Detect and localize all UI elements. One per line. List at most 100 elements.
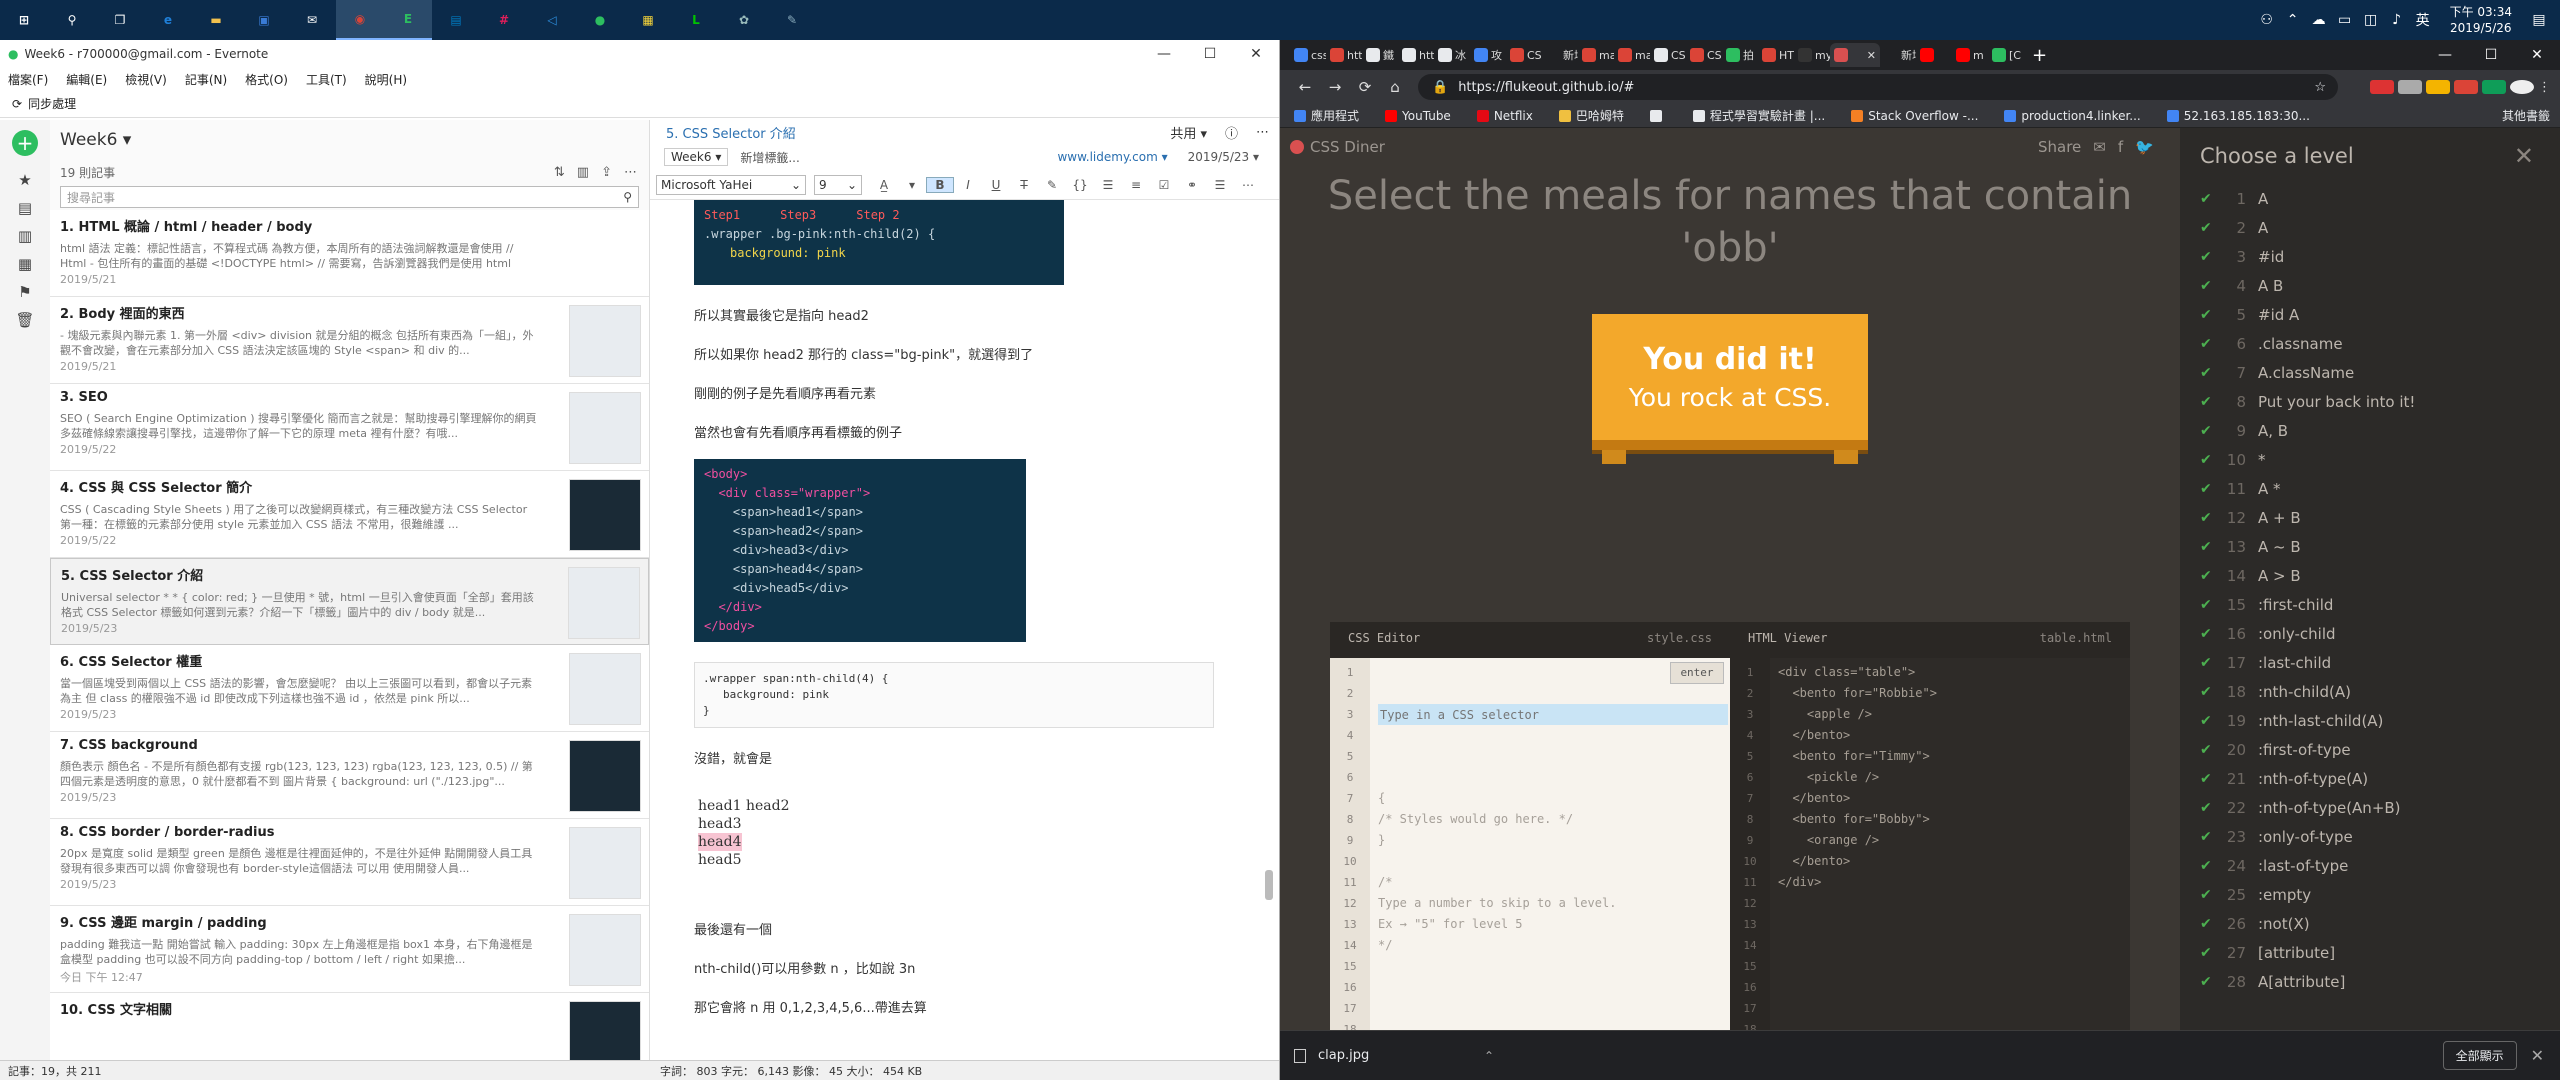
- store-taskbar-button[interactable]: ▣: [240, 0, 288, 40]
- level-item[interactable]: ✔ 22:nth-of-type(An+B): [2180, 793, 2560, 822]
- bookmark-item[interactable]: Netflix: [1476, 107, 1533, 124]
- menu-file[interactable]: 檔案(F): [8, 71, 48, 88]
- people-icon[interactable]: ⚇: [2254, 12, 2280, 28]
- show-all-button[interactable]: 全部顯示: [2442, 1041, 2517, 1070]
- level-item[interactable]: ✔ 3 #id: [2180, 242, 2560, 271]
- numbered-list-icon[interactable]: ≡: [1122, 178, 1150, 192]
- trash-icon[interactable]: 🗑: [12, 306, 38, 334]
- note-list-item[interactable]: 8. CSS border / border-radius 20px 是寬度 so…: [50, 819, 649, 906]
- code-block-icon[interactable]: {}: [1066, 178, 1094, 192]
- notebook-chip[interactable]: Week6 ▾: [664, 148, 729, 166]
- level-item[interactable]: ✔ 6 .classname: [2180, 329, 2560, 358]
- slack-taskbar-button[interactable]: #: [480, 0, 528, 40]
- level-item[interactable]: ✔ 12 A + B: [2180, 503, 2560, 532]
- level-item[interactable]: ✔ 26:not(X): [2180, 909, 2560, 938]
- facebook-icon[interactable]: f: [2118, 138, 2123, 156]
- share-button[interactable]: 共用 ▾: [1170, 123, 1207, 142]
- minimize-icon[interactable]: —: [1141, 46, 1187, 62]
- menu-help[interactable]: 說明(H): [365, 71, 407, 88]
- share-notebook-icon[interactable]: ⇪: [601, 165, 612, 180]
- link-icon[interactable]: ⚭: [1178, 178, 1206, 192]
- checkbox-icon[interactable]: ☑: [1150, 178, 1178, 192]
- note-list-item[interactable]: 9. CSS 邊距 margin / padding padding 難我這一點 …: [50, 906, 649, 993]
- new-tab-icon[interactable]: +: [2032, 45, 2047, 66]
- tag-input[interactable]: 新增標籤...: [740, 149, 799, 166]
- twitter-icon[interactable]: 🐦: [2135, 138, 2154, 156]
- note-search-input[interactable]: 搜尋記事 ⚲: [60, 186, 639, 208]
- level-item[interactable]: ✔ 13 A ~ B: [2180, 532, 2560, 561]
- browser-tab[interactable]: 拍: [1722, 43, 1758, 67]
- level-item[interactable]: ✔ 14 A > B: [2180, 561, 2560, 590]
- editor-scrollbar[interactable]: [1265, 870, 1273, 900]
- browser-tab[interactable]: 新增分: [1880, 43, 1916, 67]
- chevron-up-icon[interactable]: ⌃: [2280, 12, 2306, 28]
- bookmark-item[interactable]: 程式學習實驗計畫 |...: [1692, 107, 1825, 124]
- level-item[interactable]: ✔ 11 A *: [2180, 474, 2560, 503]
- note-list-item[interactable]: 5. CSS Selector 介紹 Universal selector * *…: [50, 558, 649, 645]
- level-item[interactable]: ✔ 9 A, B: [2180, 416, 2560, 445]
- note-date[interactable]: 2019/5/23 ▾: [1188, 150, 1259, 164]
- minimize-icon[interactable]: —: [2422, 47, 2468, 63]
- browser-tab[interactable]: HT: [1758, 43, 1794, 67]
- level-item[interactable]: ✔ 18:nth-child(A): [2180, 677, 2560, 706]
- more-format-icon[interactable]: ⋯: [1234, 178, 1262, 192]
- bookmark-item[interactable]: 巴哈姆特: [1558, 107, 1624, 124]
- extension-icon[interactable]: [2454, 80, 2478, 94]
- level-item[interactable]: ✔ 21:nth-of-type(A): [2180, 764, 2560, 793]
- sticky-notes-taskbar-button[interactable]: ▦: [624, 0, 672, 40]
- level-item[interactable]: ✔ 7 A.className: [2180, 358, 2560, 387]
- volume-icon[interactable]: ♪: [2384, 12, 2410, 28]
- extension-icon[interactable]: [2370, 80, 2394, 94]
- forward-icon[interactable]: →: [1320, 78, 1350, 96]
- maximize-icon[interactable]: ☐: [2468, 47, 2514, 63]
- bookmark-item[interactable]: [1649, 107, 1667, 124]
- tab-close-icon[interactable]: ✕: [1867, 49, 1876, 62]
- italic-icon[interactable]: I: [954, 178, 982, 192]
- email-icon[interactable]: ✉: [2093, 138, 2106, 156]
- notification-icon[interactable]: ▤: [2526, 12, 2552, 28]
- menu-tools[interactable]: 工具(T): [306, 71, 347, 88]
- download-item[interactable]: clap.jpg ⌃: [1294, 1039, 1494, 1073]
- bold-icon[interactable]: B: [926, 176, 954, 193]
- home-icon[interactable]: ⌂: [1380, 78, 1410, 96]
- extension-icon[interactable]: [2426, 80, 2450, 94]
- level-item[interactable]: ✔ 2 A: [2180, 213, 2560, 242]
- task-view-taskbar-button[interactable]: ❐: [96, 0, 144, 40]
- level-item[interactable]: ✔ 28 A[attribute]: [2180, 967, 2560, 996]
- browser-tab[interactable]: htt: [1326, 43, 1362, 67]
- note-list-item[interactable]: 7. CSS background 顏色表示 顏色名 - 不是所有顏色都有支援 r…: [50, 732, 649, 819]
- note-list-item[interactable]: 6. CSS Selector 權重 當一個區塊受到兩個以上 CSS 語法的影響，…: [50, 645, 649, 732]
- other-bookmarks[interactable]: 其他書籤: [2502, 107, 2560, 124]
- level-item[interactable]: ✔ 5 #id A: [2180, 300, 2560, 329]
- bookmark-item[interactable]: production4.linker...: [2004, 107, 2141, 124]
- enter-button[interactable]: enter: [1670, 662, 1724, 684]
- browser-tab[interactable]: 冰: [1434, 43, 1470, 67]
- ime-icon[interactable]: 英: [2410, 10, 2436, 30]
- trello-taskbar-button[interactable]: ▤: [432, 0, 480, 40]
- level-item[interactable]: ✔ 16:only-child: [2180, 619, 2560, 648]
- cloud-icon[interactable]: ☁: [2306, 12, 2332, 28]
- close-icon[interactable]: ✕: [1233, 46, 1279, 62]
- bookmark-item[interactable]: YouTube: [1385, 107, 1451, 124]
- selector-input[interactable]: [1378, 704, 1728, 725]
- browser-tab[interactable]: my: [1794, 43, 1830, 67]
- level-item[interactable]: ✔ 4 A B: [2180, 271, 2560, 300]
- strikethrough-icon[interactable]: T: [1010, 178, 1038, 192]
- browser-tab[interactable]: CS: [1686, 43, 1722, 67]
- note-list-item[interactable]: 1. HTML 概論 / html / header / body html 語法…: [50, 210, 649, 297]
- sort-icon[interactable]: ⇅: [554, 165, 565, 180]
- level-item[interactable]: ✔ 17:last-child: [2180, 648, 2560, 677]
- line-taskbar-button[interactable]: L: [672, 0, 720, 40]
- browser-tab[interactable]: CS: [1506, 43, 1542, 67]
- shortcuts-star-icon[interactable]: ★: [12, 166, 38, 194]
- browser-tab[interactable]: ma: [1614, 43, 1650, 67]
- back-icon[interactable]: ←: [1290, 78, 1320, 96]
- close-icon[interactable]: ✕: [2514, 142, 2560, 170]
- close-icon[interactable]: ✕: [2514, 47, 2560, 63]
- chevron-up-icon[interactable]: ⌃: [1484, 1049, 1494, 1063]
- notes-icon[interactable]: ▤: [12, 194, 38, 222]
- note-list-item[interactable]: 3. SEO SEO ( Search Engine Optimization )…: [50, 384, 649, 471]
- underline-icon[interactable]: U: [982, 178, 1010, 192]
- evernote-taskbar-button[interactable]: E: [384, 0, 432, 40]
- note-list-item[interactable]: 2. Body 裡面的東西 - 塊級元素與內聯元素 1. 第一外層 <div> d…: [50, 297, 649, 384]
